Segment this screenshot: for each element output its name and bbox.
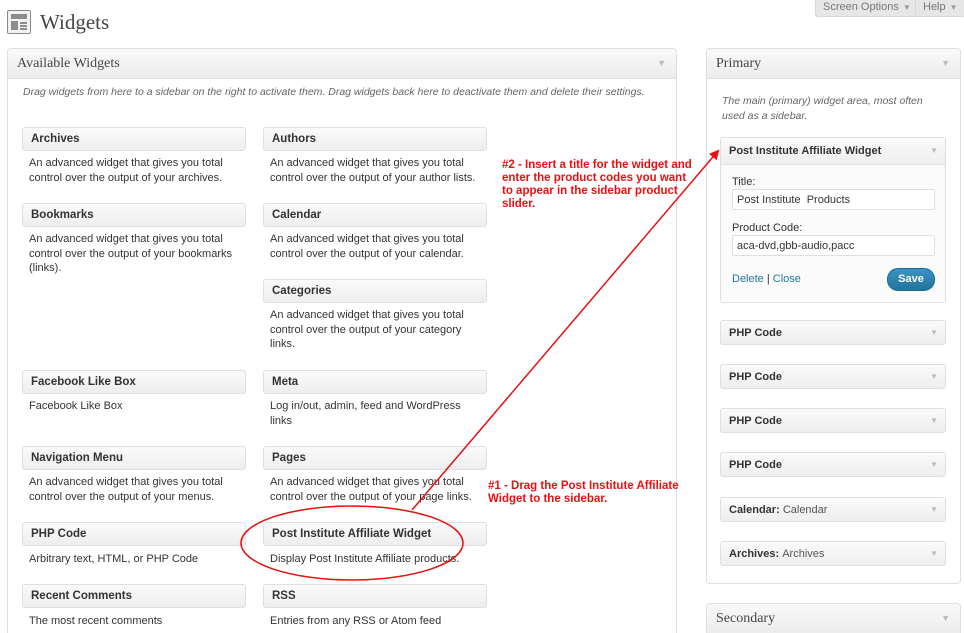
widget-archives-desc: An advanced widget that gives you total …: [29, 157, 223, 184]
link-separator: |: [766, 273, 770, 285]
available-widgets-title: Available Widgets: [17, 56, 120, 71]
sidebar-widget-name: Calendar:: [729, 504, 780, 516]
widget-pages-desc: An advanced widget that gives you total …: [270, 476, 472, 503]
primary-sidebar-title: Primary: [716, 56, 762, 71]
collapse-arrow-icon[interactable]: ▼: [930, 146, 938, 155]
collapse-arrow-icon[interactable]: ▼: [930, 328, 938, 337]
available-widgets-description: Drag widgets from here to a sidebar on t…: [23, 86, 645, 98]
screen-options-label: Screen Options: [823, 1, 899, 13]
open-widget-title: Post Institute Affiliate Widget: [729, 145, 882, 157]
widget-authors-desc: An advanced widget that gives you total …: [270, 157, 476, 184]
widget-post-institute-affiliate-desc: Display Post Institute Affiliate product…: [270, 553, 460, 565]
title-input[interactable]: [732, 189, 935, 210]
page-title: Widgets: [40, 10, 110, 34]
widget-categories[interactable]: Categories: [263, 279, 487, 303]
secondary-sidebar-header[interactable]: Secondary ▼: [707, 604, 960, 633]
widget-authors[interactable]: Authors: [263, 127, 487, 151]
secondary-sidebar-panel: Secondary ▼: [706, 603, 961, 633]
help-label: Help: [923, 1, 946, 13]
close-link[interactable]: Close: [773, 273, 801, 285]
primary-sidebar-description: The main (primary) widget area, most oft…: [722, 95, 923, 122]
sidebar-widget-name: PHP Code: [729, 415, 782, 427]
sidebar-widget-name: Archives:: [729, 548, 780, 560]
widget-facebook-like-box[interactable]: Facebook Like Box: [22, 370, 246, 394]
sidebar-widget-name: PHP Code: [729, 371, 782, 383]
widget-bookmarks-desc: An advanced widget that gives you total …: [29, 233, 232, 274]
chevron-down-icon: ▼: [949, 3, 958, 12]
widget-rss-desc: Entries from any RSS or Atom feed: [270, 615, 442, 627]
annotation-step-1: #1 - Drag the Post Institute Affiliate W…: [488, 480, 679, 505]
collapse-arrow-icon[interactable]: ▼: [930, 416, 938, 425]
sidebar-widget-name: PHP Code: [729, 327, 782, 339]
product-code-field-label: Product Code:: [732, 222, 803, 234]
widget-meta[interactable]: Meta: [263, 370, 487, 394]
primary-sidebar-header[interactable]: Primary ▼: [707, 49, 960, 79]
sidebar-widget-php-code-2[interactable]: PHP Code ▼: [720, 364, 946, 389]
widget-calendar[interactable]: Calendar: [263, 203, 487, 227]
widget-recent-comments-desc: The most recent comments: [29, 615, 163, 627]
widget-facebook-like-box-desc: Facebook Like Box: [29, 400, 123, 412]
sidebar-widget-php-code-3[interactable]: PHP Code ▼: [720, 408, 946, 433]
sidebar-widget-title: Calendar: [782, 504, 828, 516]
widget-archives[interactable]: Archives: [22, 127, 246, 151]
widget-control-links: Delete | Close: [732, 273, 801, 285]
widget-meta-desc: Log in/out, admin, feed and WordPress li…: [270, 400, 461, 427]
save-button[interactable]: Save: [887, 268, 935, 291]
sidebar-widget-name: PHP Code: [729, 459, 782, 471]
chevron-down-icon: ▼: [902, 3, 911, 12]
help-button[interactable]: Help ▼: [915, 0, 964, 17]
sidebar-widget-archives[interactable]: Archives: Archives ▼: [720, 541, 946, 566]
screen-options-button[interactable]: Screen Options ▼: [815, 0, 919, 17]
collapse-arrow-icon[interactable]: ▼: [930, 505, 938, 514]
delete-link[interactable]: Delete: [732, 273, 764, 285]
widget-pages[interactable]: Pages: [263, 446, 487, 470]
collapse-arrow-icon[interactable]: ▼: [941, 613, 950, 623]
available-widgets-header[interactable]: Available Widgets ▼: [8, 49, 676, 79]
open-widget-header[interactable]: Post Institute Affiliate Widget ▼: [721, 138, 945, 165]
collapse-arrow-icon[interactable]: ▼: [930, 372, 938, 381]
title-field-label: Title:: [732, 176, 756, 188]
widget-navigation-menu[interactable]: Navigation Menu: [22, 446, 246, 470]
widget-recent-comments[interactable]: Recent Comments: [22, 584, 246, 608]
collapse-arrow-icon[interactable]: ▼: [657, 58, 666, 68]
product-code-input[interactable]: [732, 235, 935, 256]
sidebar-widget-php-code-4[interactable]: PHP Code ▼: [720, 452, 946, 477]
widgets-page-icon: [7, 10, 31, 34]
sidebar-widget-php-code-1[interactable]: PHP Code ▼: [720, 320, 946, 345]
open-widget-post-institute: Post Institute Affiliate Widget ▼ Title:…: [720, 137, 946, 303]
widget-categories-desc: An advanced widget that gives you total …: [270, 309, 464, 350]
widget-navigation-menu-desc: An advanced widget that gives you total …: [29, 476, 223, 503]
widget-calendar-desc: An advanced widget that gives you total …: [270, 233, 464, 260]
widget-php-code-desc: Arbitrary text, HTML, or PHP Code: [29, 553, 199, 565]
collapse-arrow-icon[interactable]: ▼: [930, 460, 938, 469]
widget-bookmarks[interactable]: Bookmarks: [22, 203, 246, 227]
secondary-sidebar-title: Secondary: [716, 611, 776, 626]
sidebar-widget-title: Archives: [782, 548, 825, 560]
widget-rss[interactable]: RSS: [263, 584, 487, 608]
collapse-arrow-icon[interactable]: ▼: [941, 58, 950, 68]
collapse-arrow-icon[interactable]: ▼: [930, 549, 938, 558]
sidebar-widget-calendar[interactable]: Calendar: Calendar ▼: [720, 497, 946, 522]
widget-post-institute-affiliate[interactable]: Post Institute Affiliate Widget: [263, 522, 487, 546]
annotation-step-2: #2 - Insert a title for the widget and e…: [502, 159, 692, 210]
widget-php-code[interactable]: PHP Code: [22, 522, 246, 546]
